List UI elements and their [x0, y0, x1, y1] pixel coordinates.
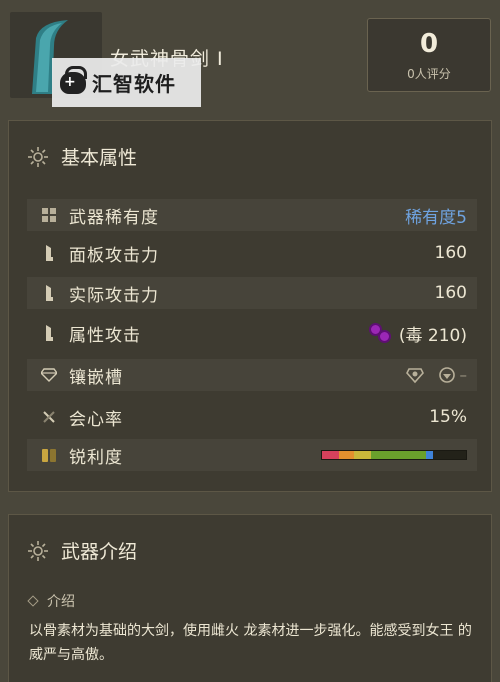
- sharpness-segment: [339, 451, 354, 459]
- poison-element-icon: [368, 322, 393, 344]
- affinity-value: 15%: [429, 407, 467, 427]
- attr-row-actual-attack: 实际攻击力 160: [27, 277, 477, 309]
- basic-attributes-panel: 基本属性 武器稀有度 稀有度5 面板攻击力 160 实际攻击力 160 属性攻击: [8, 120, 492, 492]
- intro-subtitle-text: 介绍: [47, 594, 75, 610]
- blade-icon: [41, 285, 57, 301]
- blade-icon: [41, 325, 57, 341]
- panel-attack-value: 160: [434, 243, 467, 263]
- attr-label: 属性攻击: [69, 325, 141, 346]
- weapon-intro-panel: 武器介绍 介绍 以骨素材为基础的大剑，使用雌火 龙素材进一步强化。能感受到女王 …: [8, 514, 492, 682]
- attr-row-affinity: 会心率 15%: [27, 401, 477, 433]
- sharpness-segment: [353, 451, 371, 459]
- panel-title-attributes: 基本属性: [27, 143, 137, 170]
- decoration-slot-icon: [405, 368, 424, 384]
- sharpness-segment: [370, 451, 426, 459]
- decoration-slot-icon: [438, 367, 455, 383]
- gamepad-logo-icon: [60, 65, 87, 94]
- rating-count-label: 0人评分: [407, 67, 451, 81]
- sun-emblem-icon: [28, 540, 48, 561]
- attr-row-rarity: 武器稀有度 稀有度5: [27, 199, 477, 231]
- panel-title-text: 武器介绍: [61, 541, 138, 563]
- blade-icon: [41, 245, 57, 261]
- panel-title-intro: 武器介绍: [27, 537, 137, 564]
- attr-row-element-attack: 属性攻击 (毒 210): [27, 317, 477, 349]
- attr-label: 锐利度: [69, 447, 123, 468]
- watermark-overlay: 汇智软件: [52, 58, 201, 107]
- sharpness-segment: [425, 451, 433, 459]
- crossed-swords-icon: [41, 409, 57, 425]
- actual-attack-value: 160: [434, 283, 467, 303]
- watermark-text: 汇智软件: [92, 72, 176, 96]
- element-attack-value: (毒 210): [398, 325, 467, 346]
- attr-label: 镶嵌槽: [69, 367, 123, 388]
- rating-box[interactable]: 0 0人评分: [367, 18, 491, 92]
- whetstone-icon: [41, 447, 57, 463]
- slot-value-group: –: [405, 366, 468, 384]
- sharpness-segment: [432, 451, 466, 459]
- attr-row-panel-attack: 面板攻击力 160: [27, 237, 477, 269]
- panel-title-text: 基本属性: [61, 147, 138, 169]
- sharpness-bar-wrap: [321, 450, 467, 460]
- attr-row-slots: 镶嵌槽 –: [27, 359, 477, 391]
- grid-icon: [41, 207, 57, 223]
- diamond-bullet-icon: [27, 595, 39, 607]
- attr-label: 会心率: [69, 409, 123, 430]
- gem-icon: [41, 367, 57, 383]
- sharpness-bar: [321, 450, 467, 460]
- attr-label: 面板攻击力: [69, 245, 159, 266]
- rarity-value: 稀有度5: [405, 207, 467, 228]
- sharpness-segment: [322, 451, 340, 459]
- rating-value: 0: [419, 29, 439, 59]
- attr-label: 实际攻击力: [69, 285, 159, 306]
- intro-description: 以骨素材为基础的大剑，使用雌火 龙素材进一步强化。能感受到女王 的威严与高傲。: [29, 623, 472, 663]
- intro-subtitle: 介绍: [27, 591, 75, 611]
- element-attack-value-group: (毒 210): [368, 321, 467, 346]
- attr-label: 武器稀有度: [69, 207, 159, 228]
- empty-slot-dash: –: [459, 366, 468, 384]
- attr-row-sharpness: 锐利度: [27, 439, 477, 471]
- sun-emblem-icon: [28, 146, 48, 167]
